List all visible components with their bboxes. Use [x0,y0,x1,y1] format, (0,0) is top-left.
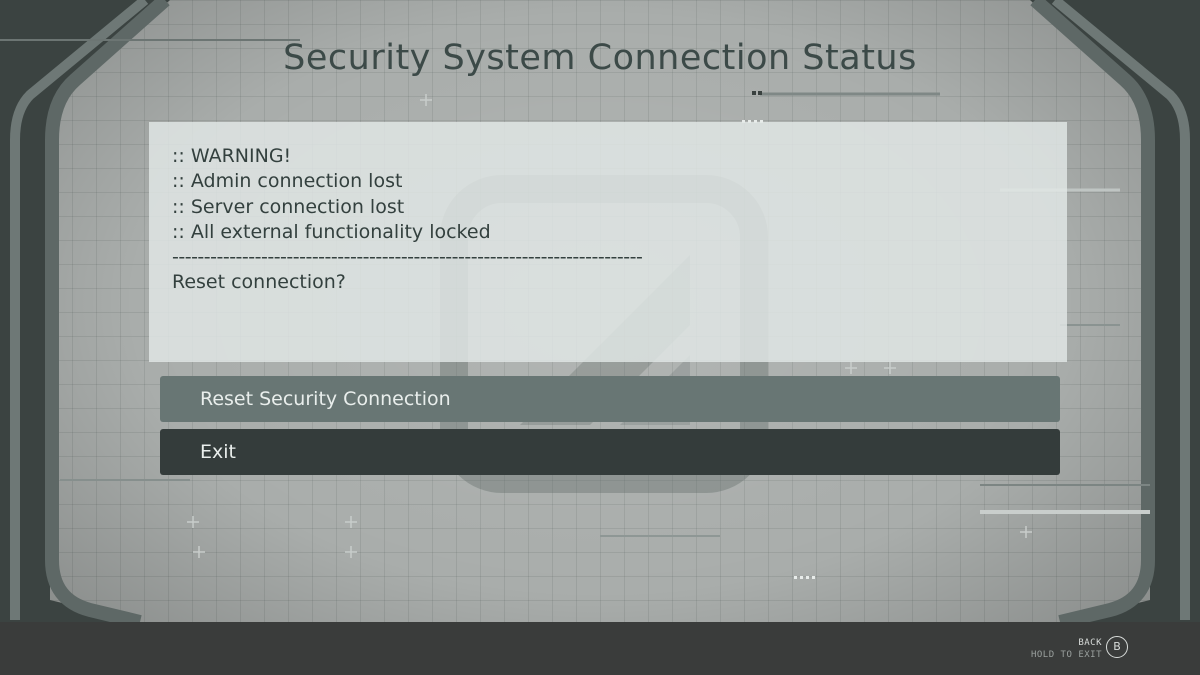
b-button-icon[interactable]: B [1106,636,1128,658]
bottom-bar [0,622,1200,675]
back-hint: BACK HOLD TO EXIT [1031,637,1102,661]
prompt-line: Reset connection? [172,271,346,294]
reset-security-connection-button[interactable]: Reset Security Connection [160,376,1060,422]
message-panel: :: WARNING! :: Admin connection lost :: … [149,122,1067,362]
back-label: BACK [1078,638,1102,648]
warning-line: :: WARNING! [172,145,292,167]
page-title: Security System Connection Status [283,38,917,78]
divider-line: ----------------------------------------… [172,246,643,269]
exit-button[interactable]: Exit [160,429,1060,475]
hold-to-exit-label: HOLD TO EXIT [1030,650,1102,660]
status-line-server: :: Server connection lost [172,195,405,218]
status-line-locked: :: All external functionality locked [172,220,491,243]
status-line-admin: :: Admin connection lost [172,170,403,193]
